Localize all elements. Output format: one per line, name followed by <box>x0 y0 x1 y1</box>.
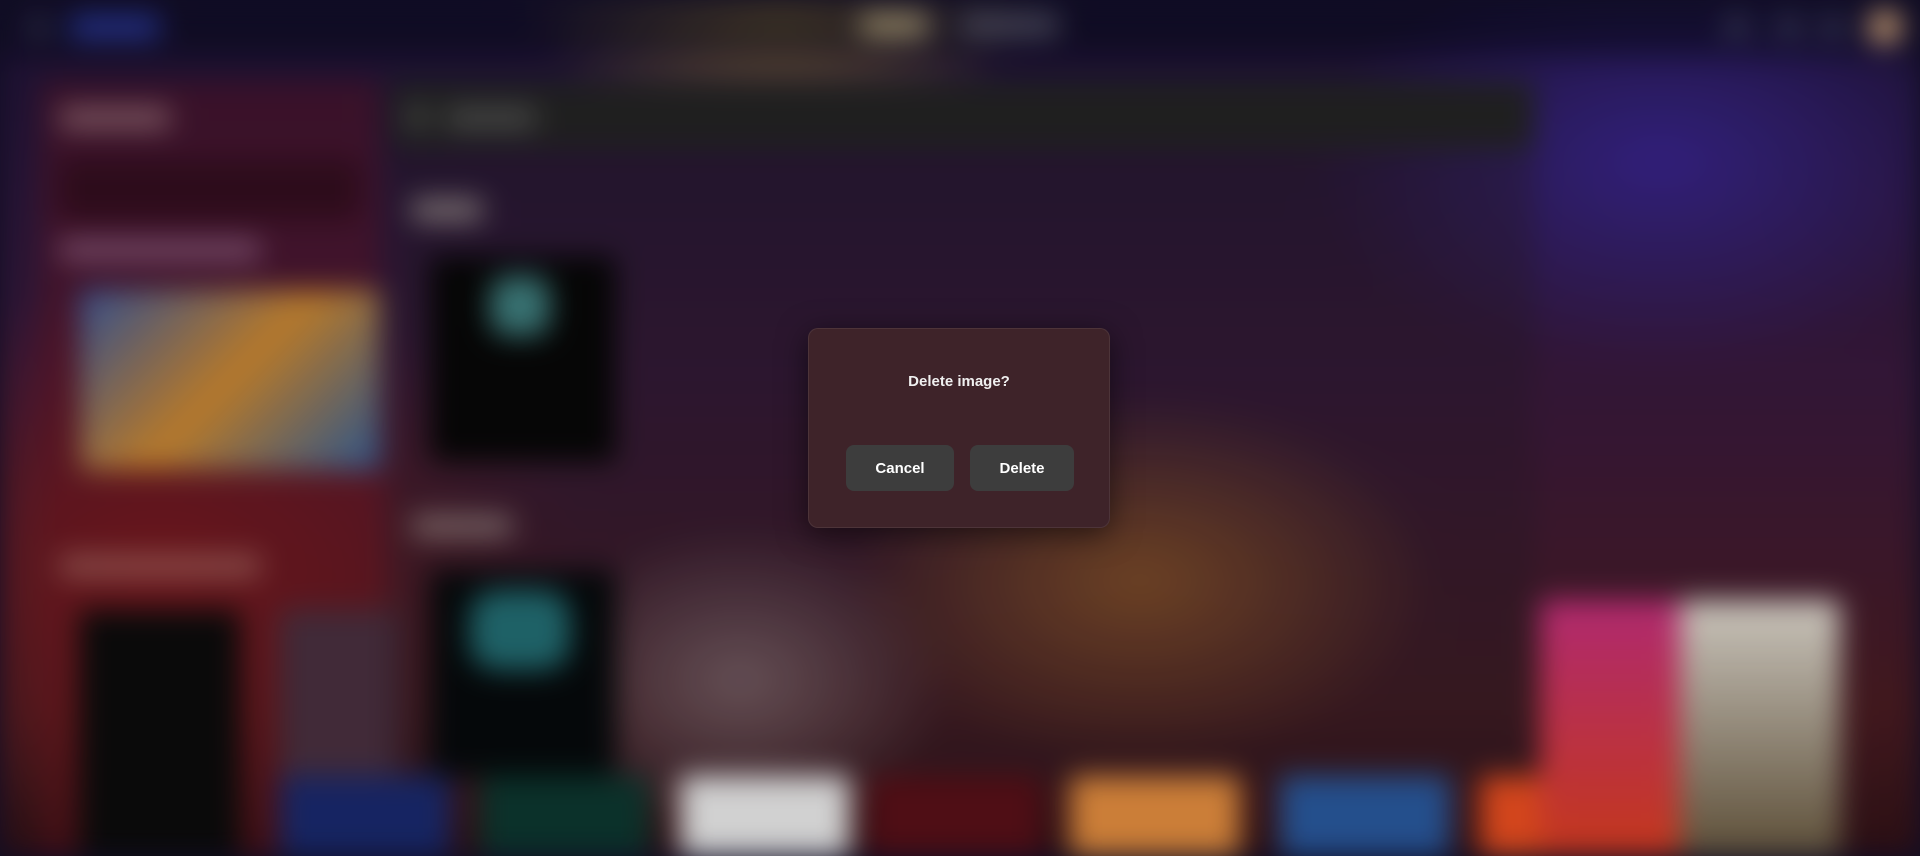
dialog-title: Delete image? <box>908 373 1010 390</box>
delete-button[interactable]: Delete <box>970 445 1074 491</box>
cancel-button[interactable]: Cancel <box>846 445 954 491</box>
delete-image-dialog: Delete image? Cancel Delete <box>808 328 1110 528</box>
